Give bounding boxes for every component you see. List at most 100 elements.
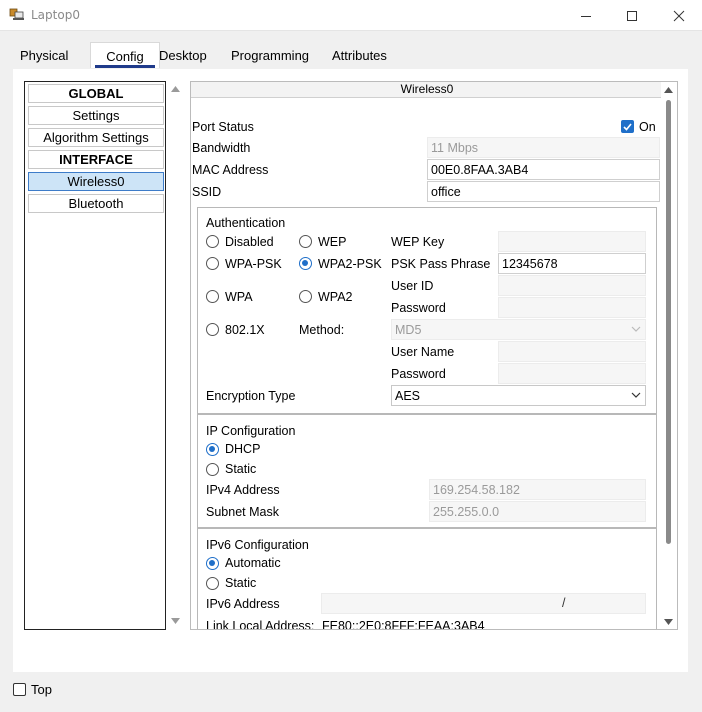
dhcp-label: DHCP [225, 442, 261, 456]
auth-8021x-label: 802.1X [225, 323, 265, 337]
minimize-button[interactable] [563, 0, 609, 31]
auth-wpa-radio[interactable] [206, 290, 219, 303]
subnet-mask-field: 255.255.0.0 [429, 501, 646, 522]
auth-wpa2-label: WPA2 [318, 290, 353, 304]
ssid-label: SSID [192, 185, 222, 199]
ipv6-automatic-radio[interactable] [206, 557, 219, 570]
psk-pass-phrase-input[interactable]: 12345678 [498, 253, 646, 274]
wireless-settings-panel: Wireless0 Port Status On Bandwidth 11 Mb… [190, 81, 678, 630]
port-status-on-label: On [639, 120, 656, 134]
password-label: Password [391, 301, 446, 315]
method-label: Method: [299, 323, 345, 337]
ip-configuration-group: IP Configuration DHCP Static IPv4 Addres… [197, 414, 657, 528]
title-bar: Laptop0 [0, 0, 702, 31]
user-name-label: User Name [391, 345, 455, 359]
ipv6-automatic-label: Automatic [225, 556, 281, 570]
nav-scrollbar[interactable] [167, 81, 183, 630]
ip-configuration-title: IP Configuration [206, 424, 296, 438]
nav-header-interface[interactable]: INTERFACE [28, 150, 164, 169]
ipv4-address-field: 169.254.58.182 [429, 479, 646, 500]
authentication-title: Authentication [206, 216, 286, 230]
minimize-icon [581, 15, 591, 17]
panel-scrollbar[interactable] [661, 82, 677, 629]
nav-header-global[interactable]: GLOBAL [28, 84, 164, 103]
port-status-checkbox[interactable] [621, 120, 634, 133]
nav-item-bluetooth[interactable]: Bluetooth [28, 194, 164, 213]
tab-bar: Physical Config Desktop Programming Attr… [13, 42, 393, 68]
static-ip-label: Static [225, 462, 257, 476]
chevron-down-icon [631, 392, 641, 398]
authentication-group: Authentication Disabled WEP WEP Key WPA-… [197, 207, 657, 414]
auth-wpa2-psk-radio[interactable] [299, 257, 312, 270]
ipv6-configuration-group: IPv6 Configuration Automatic Static IPv6… [197, 528, 657, 630]
ipv6-static-label: Static [225, 576, 257, 590]
wep-key-field [498, 231, 646, 252]
dhcp-radio[interactable] [206, 443, 219, 456]
top-checkbox[interactable] [13, 683, 26, 696]
scroll-down-icon [664, 619, 673, 625]
password2-label: Password [391, 367, 446, 381]
ipv6-static-radio[interactable] [206, 577, 219, 590]
config-nav-list: GLOBAL Settings Algorithm Settings INTER… [24, 81, 166, 630]
encryption-type-label: Encryption Type [206, 389, 296, 403]
static-ip-radio[interactable] [206, 463, 219, 476]
auth-disabled-label: Disabled [225, 235, 274, 249]
tab-physical[interactable]: Physical [20, 42, 68, 68]
top-label: Top [31, 682, 52, 697]
auth-wep-radio[interactable] [299, 235, 312, 248]
encryption-type-select[interactable]: AES [391, 385, 646, 406]
link-local-address-value: FE80::2E0:8FFF:FEAA:3AB4 [322, 619, 485, 630]
window-title: Laptop0 [31, 8, 80, 22]
ipv6-address-field: / [321, 593, 646, 614]
panel-title: Wireless0 [191, 82, 663, 98]
scroll-thumb[interactable] [666, 100, 671, 544]
mac-address-input[interactable]: 00E0.8FAA.3AB4 [427, 159, 660, 180]
auth-wpa2-radio[interactable] [299, 290, 312, 303]
password2-field [498, 363, 646, 384]
auth-disabled-radio[interactable] [206, 235, 219, 248]
wep-key-label: WEP Key [391, 235, 445, 249]
scroll-up-icon [664, 87, 673, 93]
link-local-address-label: Link Local Address: [206, 619, 315, 630]
tab-config[interactable]: Config [90, 42, 160, 68]
maximize-button[interactable] [609, 0, 655, 31]
ipv6-prefix-separator: / [562, 596, 566, 610]
user-id-field [498, 275, 646, 296]
tab-attributes[interactable]: Attributes [332, 42, 387, 68]
active-tab-underline [95, 65, 155, 68]
mac-address-label: MAC Address [192, 163, 269, 177]
port-status-label: Port Status [192, 120, 254, 134]
ssid-input[interactable]: office [427, 181, 660, 202]
user-name-field [498, 341, 646, 362]
close-button[interactable] [656, 0, 702, 31]
bandwidth-field: 11 Mbps [427, 137, 660, 158]
auth-wpa-psk-radio[interactable] [206, 257, 219, 270]
auth-8021x-radio[interactable] [206, 323, 219, 336]
tab-programming[interactable]: Programming [231, 42, 309, 68]
auth-wpa2-psk-label: WPA2-PSK [318, 257, 382, 271]
auth-wpa-psk-label: WPA-PSK [225, 257, 282, 271]
auth-wep-label: WEP [318, 235, 347, 249]
method-value: MD5 [395, 323, 422, 337]
encryption-type-value: AES [395, 389, 421, 403]
method-select: MD5 [391, 319, 646, 340]
laptop-app-icon [9, 8, 25, 22]
ipv6-configuration-title: IPv6 Configuration [206, 538, 309, 552]
check-icon [623, 123, 632, 131]
auth-wpa-label: WPA [225, 290, 253, 304]
scroll-up-icon [171, 86, 180, 92]
close-icon [673, 10, 685, 21]
bandwidth-label: Bandwidth [192, 141, 251, 155]
nav-item-wireless0[interactable]: Wireless0 [28, 172, 164, 191]
user-id-label: User ID [391, 279, 434, 293]
password-field [498, 297, 646, 318]
nav-item-settings[interactable]: Settings [28, 106, 164, 125]
chevron-down-icon [631, 326, 641, 332]
ipv4-address-label: IPv4 Address [206, 483, 280, 497]
ipv6-address-label: IPv6 Address [206, 597, 280, 611]
subnet-mask-label: Subnet Mask [206, 505, 279, 519]
tab-desktop[interactable]: Desktop [159, 42, 207, 68]
scroll-down-icon [171, 618, 180, 624]
nav-item-algorithm-settings[interactable]: Algorithm Settings [28, 128, 164, 147]
maximize-icon [627, 10, 637, 21]
